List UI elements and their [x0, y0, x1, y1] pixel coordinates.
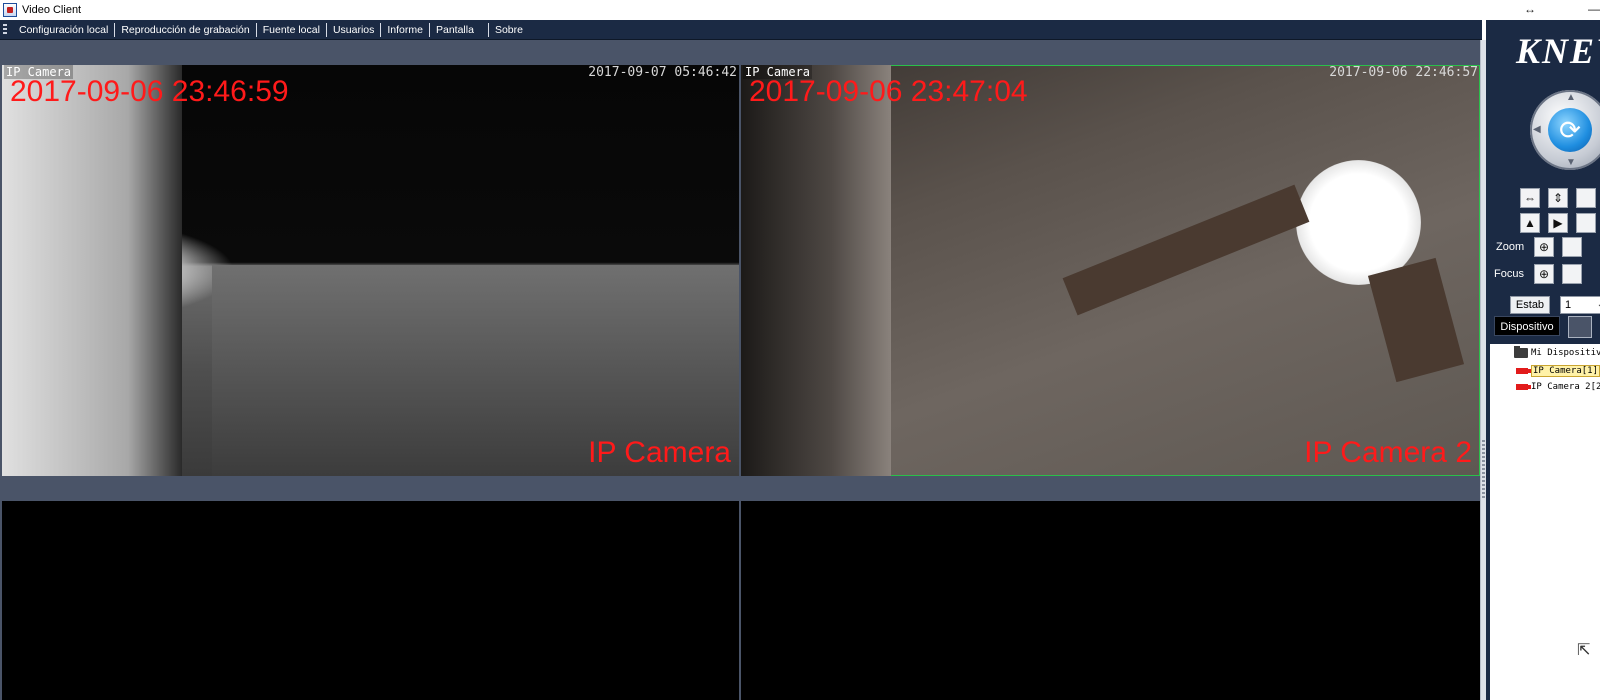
fan-blade-2: [1367, 257, 1465, 383]
menu-usuarios[interactable]: Usuarios: [327, 22, 382, 37]
tree-root[interactable]: Mi Dispositivo: [1514, 346, 1600, 358]
tab-secondary[interactable]: [1568, 316, 1592, 338]
tree-item-camera-2[interactable]: IP Camera 2[2]: [1516, 382, 1600, 392]
video-pane-3[interactable]: [2, 501, 739, 700]
menu-reproduccion-grabacion[interactable]: Reproducción de grabación: [115, 22, 257, 37]
pan-vertical-icon[interactable]: ⇕: [1548, 188, 1568, 208]
menu-informe[interactable]: Informe: [381, 22, 430, 37]
video-pane-2[interactable]: IP Camera 2017-09-06 22:46:57 2017-09-06…: [741, 65, 1480, 476]
minimize-icon[interactable]: —: [1588, 2, 1600, 16]
estab-button[interactable]: Estab: [1510, 296, 1550, 314]
tree-item-label: IP Camera 2[2]: [1531, 382, 1600, 392]
overlay-timestamp: 2017-09-06 23:47:04: [749, 75, 1028, 108]
play-icon[interactable]: ▶: [1548, 213, 1568, 233]
mouse-cursor-icon: ⇱: [1577, 642, 1591, 659]
focus-out-icon[interactable]: [1562, 264, 1582, 284]
folder-icon: [1514, 346, 1528, 358]
preset-select[interactable]: 1 ⌄: [1560, 296, 1600, 314]
ptz-wheel[interactable]: ▲ ▼ ◀ ⟳: [1530, 90, 1600, 170]
overlay-timestamp: 2017-09-06 23:46:59: [10, 75, 289, 108]
video-grid: IP Camera 2017-09-07 05:46:42 2017-09-06…: [0, 40, 1480, 700]
window-title: Video Client: [22, 4, 82, 16]
resize-icon[interactable]: ↔: [1524, 2, 1536, 16]
zoom-label: Zoom: [1496, 241, 1525, 253]
camera-icon: [1516, 384, 1531, 390]
menu-sobre[interactable]: Sobre: [489, 23, 529, 37]
video-pane-1[interactable]: IP Camera 2017-09-07 05:46:42 2017-09-06…: [2, 65, 739, 476]
focus-in-icon[interactable]: ⊕: [1534, 264, 1554, 284]
menu-pantalla[interactable]: Pantalla: [430, 22, 489, 37]
door-frame: [741, 65, 891, 476]
zoom-in-icon[interactable]: ⊕: [1534, 237, 1554, 257]
mirror-icon[interactable]: [1576, 213, 1596, 233]
overlay-camera-label: IP Camera: [588, 436, 731, 469]
app-icon: [3, 3, 17, 17]
focus-label: Focus: [1494, 268, 1524, 280]
osd-camera-time: 2017-09-06 22:46:57: [1329, 65, 1478, 80]
chevron-down-icon: ⌄: [1597, 297, 1600, 313]
menu-fuente-local[interactable]: Fuente local: [257, 22, 327, 37]
menu-bar: Configuración local Reproducción de grab…: [0, 20, 1482, 40]
toolbar-grip[interactable]: [3, 23, 7, 36]
zoom-out-icon[interactable]: [1562, 237, 1582, 257]
fan-blade: [1062, 184, 1310, 316]
title-bar: Video Client ↔ —: [0, 0, 1600, 20]
flip-icon[interactable]: ▲: [1520, 213, 1540, 233]
osd-camera-time: 2017-09-07 05:46:42: [588, 65, 737, 80]
brand-logo: KNEW: [1516, 31, 1600, 71]
control-panel: KNEW ▲ ▼ ◀ ⟳ ⇔ ⇕ ▲ ▶ Zoom ⊕ Focus ⊕ Esta…: [1486, 20, 1600, 700]
ptz-refresh-icon[interactable]: ⟳: [1548, 108, 1592, 152]
tree-item-camera-1[interactable]: IP Camera[1]: [1516, 365, 1600, 377]
camera-icon: [1516, 368, 1531, 374]
tree-root-label: Mi Dispositivo: [1531, 348, 1600, 358]
overlay-camera-label: IP Camera 2: [1304, 436, 1472, 469]
preset-select-value: 1: [1565, 299, 1572, 311]
pan-horizontal-icon[interactable]: ⇔: [1520, 188, 1540, 208]
video-pane-4[interactable]: [741, 501, 1480, 700]
wall-pillar: [2, 65, 182, 476]
tab-dispositivo[interactable]: Dispositivo: [1494, 316, 1560, 336]
tree-item-label: IP Camera[1]: [1531, 365, 1600, 377]
ptz-extra-icon[interactable]: [1576, 188, 1596, 208]
menu-configuracion-local[interactable]: Configuración local: [13, 22, 116, 37]
